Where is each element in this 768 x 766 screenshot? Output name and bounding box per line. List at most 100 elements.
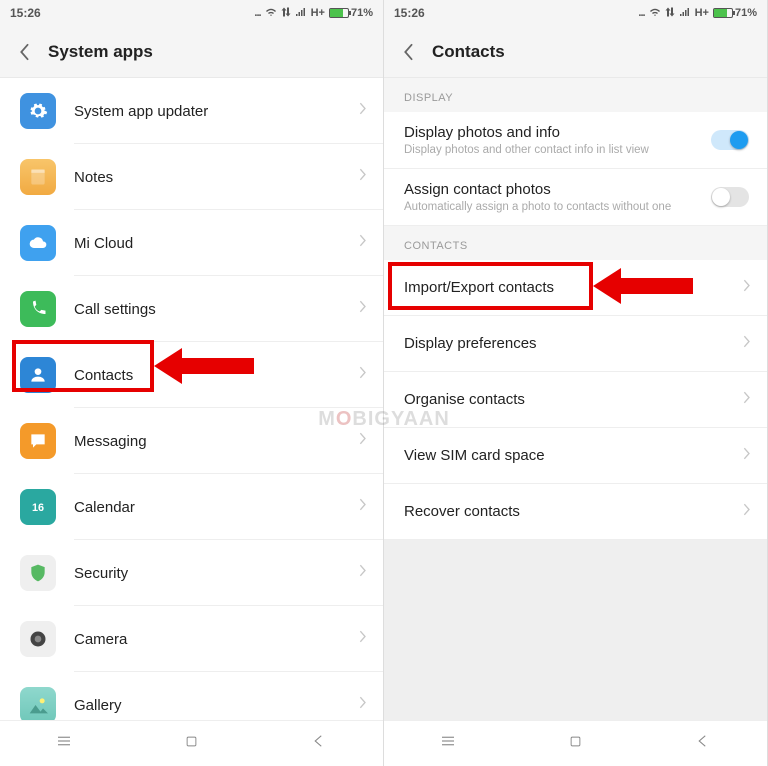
header: Contacts: [384, 26, 767, 78]
nav-home-icon[interactable]: [568, 734, 583, 754]
svg-text:16: 16: [32, 502, 44, 514]
row-label: Messaging: [74, 433, 147, 450]
row-label: Security: [74, 565, 128, 582]
status-net: H+: [311, 7, 325, 19]
row-sub: Display photos and other contact info in…: [404, 144, 747, 156]
phone-icon: [20, 291, 56, 327]
notes-icon: [20, 159, 56, 195]
status-net: H+: [695, 7, 709, 19]
status-time: 15:26: [394, 6, 425, 20]
person-icon: [20, 357, 56, 393]
gear-icon: [20, 93, 56, 129]
battery-pct: 71%: [351, 7, 373, 19]
row-title: Recover contacts: [404, 504, 520, 519]
calendar-icon: 16: [20, 489, 56, 525]
row-system-app-updater[interactable]: System app updater: [0, 78, 383, 144]
battery-pct: 71%: [735, 7, 757, 19]
section-contacts: CONTACTS: [384, 226, 767, 260]
toggle-assign-photos[interactable]: [711, 187, 749, 207]
row-calendar[interactable]: 16 Calendar: [0, 474, 383, 540]
back-button[interactable]: [396, 40, 420, 64]
row-label: Gallery: [74, 697, 122, 714]
row-organise[interactable]: Organise contacts: [384, 372, 767, 428]
row-gallery[interactable]: Gallery: [0, 672, 383, 720]
status-time: 15:26: [10, 6, 41, 20]
chevron-right-icon: [359, 432, 367, 451]
status-dots: ...: [254, 7, 260, 19]
nav-recent-icon[interactable]: [55, 732, 73, 755]
battery-icon: 71%: [713, 7, 757, 19]
row-label: Call settings: [74, 301, 156, 318]
nav-bar: [0, 720, 383, 766]
list[interactable]: System app updater Notes Mi Cloud Call: [0, 78, 383, 720]
row-sub: Automatically assign a photo to contacts…: [404, 201, 747, 213]
nav-back-icon[interactable]: [310, 732, 328, 755]
chevron-right-icon: [359, 564, 367, 583]
content[interactable]: DISPLAY Display photos and info Display …: [384, 78, 767, 720]
row-recover[interactable]: Recover contacts: [384, 484, 767, 540]
row-label: Camera: [74, 631, 127, 648]
chevron-right-icon: [743, 334, 751, 353]
row-title: Display photos and info: [404, 124, 747, 141]
nav-home-icon[interactable]: [184, 734, 199, 754]
row-mi-cloud[interactable]: Mi Cloud: [0, 210, 383, 276]
row-title: Organise contacts: [404, 392, 525, 407]
chevron-right-icon: [359, 102, 367, 121]
section-display: DISPLAY: [384, 78, 767, 112]
updown-icon: [665, 6, 675, 21]
chevron-right-icon: [359, 168, 367, 187]
row-assign-photos[interactable]: Assign contact photos Automatically assi…: [384, 169, 767, 226]
shield-icon: [20, 555, 56, 591]
header: System apps: [0, 26, 383, 78]
row-title: Import/Export contacts: [404, 280, 554, 295]
row-title: Display preferences: [404, 336, 537, 351]
nav-back-icon[interactable]: [694, 732, 712, 755]
phone-right: 15:26 ... H+ 71% Contacts DISPLAY Displa…: [384, 0, 768, 766]
chevron-right-icon: [359, 630, 367, 649]
row-camera[interactable]: Camera: [0, 606, 383, 672]
row-security[interactable]: Security: [0, 540, 383, 606]
row-contacts[interactable]: Contacts: [0, 342, 383, 408]
chevron-right-icon: [359, 366, 367, 385]
status-bar: 15:26 ... H+ 71%: [384, 0, 767, 26]
row-import-export[interactable]: Import/Export contacts: [384, 260, 767, 316]
cloud-icon: [20, 225, 56, 261]
message-icon: [20, 423, 56, 459]
chevron-right-icon: [743, 278, 751, 297]
row-call-settings[interactable]: Call settings: [0, 276, 383, 342]
row-title: Assign contact photos: [404, 181, 747, 198]
page-title: System apps: [48, 42, 153, 62]
row-label: System app updater: [74, 103, 208, 120]
chevron-right-icon: [359, 498, 367, 517]
row-label: Notes: [74, 169, 113, 186]
chevron-right-icon: [359, 300, 367, 319]
chevron-right-icon: [743, 502, 751, 521]
row-label: Contacts: [74, 367, 133, 384]
row-messaging[interactable]: Messaging: [0, 408, 383, 474]
chevron-right-icon: [743, 390, 751, 409]
status-dots: ...: [638, 7, 644, 19]
page-title: Contacts: [432, 42, 505, 62]
back-button[interactable]: [12, 40, 36, 64]
empty-space: [384, 540, 767, 720]
camera-icon: [20, 621, 56, 657]
wifi-icon: [265, 7, 277, 20]
signal-icon: [679, 7, 691, 20]
chevron-right-icon: [359, 696, 367, 715]
row-display-pref[interactable]: Display preferences: [384, 316, 767, 372]
row-title: View SIM card space: [404, 448, 545, 463]
wifi-icon: [649, 7, 661, 20]
chevron-right-icon: [743, 446, 751, 465]
phone-left: 15:26 ... H+ 71% System apps System app …: [0, 0, 384, 766]
row-label: Mi Cloud: [74, 235, 133, 252]
nav-bar: [384, 720, 767, 766]
signal-icon: [295, 7, 307, 20]
battery-icon: 71%: [329, 7, 373, 19]
row-sim-space[interactable]: View SIM card space: [384, 428, 767, 484]
toggle-display-photos[interactable]: [711, 130, 749, 150]
updown-icon: [281, 6, 291, 21]
row-display-photos[interactable]: Display photos and info Display photos a…: [384, 112, 767, 169]
row-label: Calendar: [74, 499, 135, 516]
nav-recent-icon[interactable]: [439, 732, 457, 755]
row-notes[interactable]: Notes: [0, 144, 383, 210]
